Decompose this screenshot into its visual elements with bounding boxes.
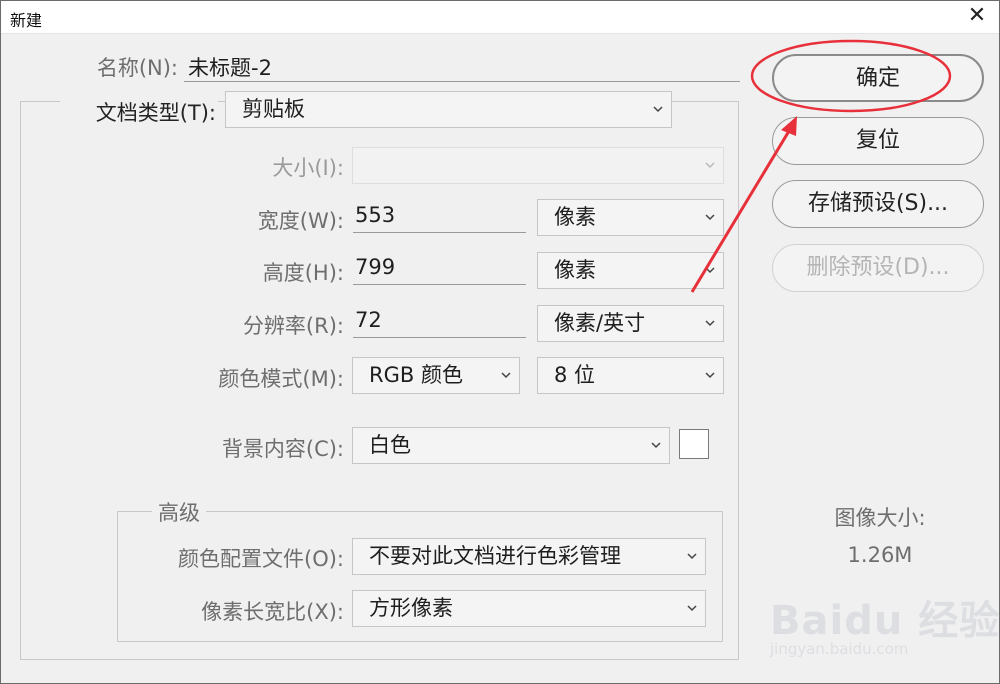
resolution-input[interactable]: 72 xyxy=(353,304,526,338)
pixel-aspect-select[interactable]: 方形像素 xyxy=(352,590,706,627)
image-size-value: 1.26M xyxy=(847,543,913,567)
resolution-label: 分辨率(R): xyxy=(242,314,344,338)
color-mode-label: 颜色模式(M): xyxy=(218,367,344,391)
image-size-label: 图像大小: xyxy=(834,506,926,530)
chevron-down-icon xyxy=(705,267,715,274)
watermark-brand: Baidu 经验 xyxy=(770,598,1000,644)
background-value: 白色 xyxy=(369,433,411,457)
color-mode-value: RGB 颜色 xyxy=(369,363,463,387)
name-field[interactable]: 未标题-2 xyxy=(184,52,740,82)
doc-type-select[interactable]: 剪贴板 xyxy=(225,91,672,128)
chevron-down-icon xyxy=(653,106,663,113)
height-label: 高度(H): xyxy=(262,261,344,285)
close-icon[interactable]: ✕ xyxy=(964,3,990,29)
pixel-aspect-value: 方形像素 xyxy=(369,596,453,620)
resolution-unit-select[interactable]: 像素/英寸 xyxy=(537,305,724,342)
height-unit-select[interactable]: 像素 xyxy=(537,252,724,289)
chevron-down-icon xyxy=(501,372,511,379)
bit-depth-value: 8 位 xyxy=(554,363,596,387)
color-mode-select[interactable]: RGB 颜色 xyxy=(352,357,520,394)
chevron-down-icon xyxy=(705,214,715,221)
advanced-title: 高级 xyxy=(152,497,206,527)
doc-type-value: 剪贴板 xyxy=(242,97,305,121)
size-select xyxy=(352,147,724,184)
color-profile-label: 颜色配置文件(O): xyxy=(178,547,344,571)
chevron-down-icon xyxy=(705,162,715,169)
chevron-down-icon xyxy=(705,320,715,327)
ok-button[interactable]: 确定 xyxy=(772,54,984,102)
width-input[interactable]: 553 xyxy=(353,199,526,233)
save-preset-button[interactable]: 存储预设(S)... xyxy=(772,180,984,228)
background-color-swatch[interactable] xyxy=(679,429,709,459)
chevron-down-icon xyxy=(651,442,661,449)
delete-preset-button: 删除预设(D)... xyxy=(772,244,984,292)
color-profile-value: 不要对此文档进行色彩管理 xyxy=(369,544,621,568)
height-input[interactable]: 799 xyxy=(353,251,526,285)
height-unit-value: 像素 xyxy=(554,258,596,282)
chevron-down-icon xyxy=(687,605,697,612)
width-unit-value: 像素 xyxy=(554,205,596,229)
name-label: 名称(N): xyxy=(96,56,178,80)
background-label: 背景内容(C): xyxy=(221,437,344,461)
watermark-url: jingyan.baidu.com xyxy=(770,640,909,658)
chevron-down-icon xyxy=(687,553,697,560)
chevron-down-icon xyxy=(705,372,715,379)
title-bar: 新建 ✕ xyxy=(0,0,1000,34)
size-label: 大小(I): xyxy=(272,156,344,180)
pixel-aspect-label: 像素长宽比(X): xyxy=(201,600,344,624)
bit-depth-select[interactable]: 8 位 xyxy=(537,357,724,394)
background-select[interactable]: 白色 xyxy=(352,427,670,464)
color-profile-select[interactable]: 不要对此文档进行色彩管理 xyxy=(352,538,706,575)
width-label: 宽度(W): xyxy=(257,209,344,233)
baidu-watermark: Baidu 经验 jingyan.baidu.com xyxy=(770,588,999,668)
doc-type-label: 文档类型(T): xyxy=(60,97,218,127)
width-unit-select[interactable]: 像素 xyxy=(537,199,724,236)
window-title: 新建 xyxy=(10,11,43,30)
resolution-unit-value: 像素/英寸 xyxy=(554,311,646,335)
reset-button[interactable]: 复位 xyxy=(772,117,984,165)
